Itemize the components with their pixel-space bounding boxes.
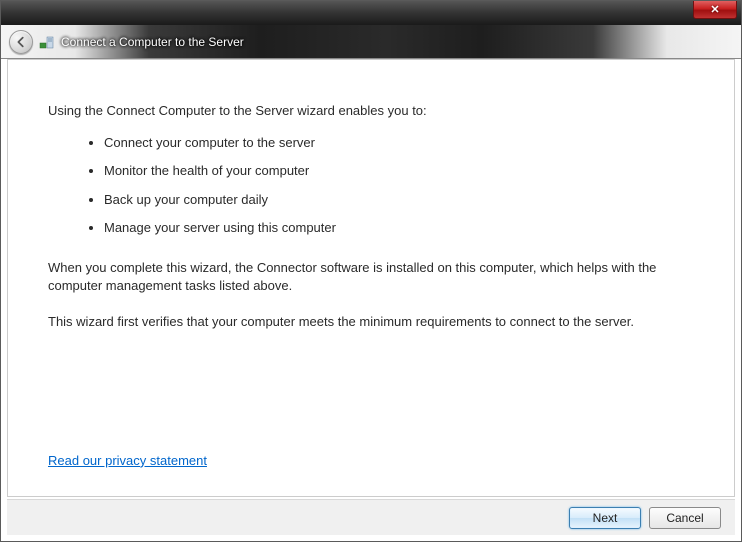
close-button[interactable]: ✕ bbox=[693, 1, 737, 19]
server-icon bbox=[39, 34, 55, 50]
feature-list: Connect your computer to the server Moni… bbox=[48, 134, 694, 237]
content-area: Using the Connect Computer to the Server… bbox=[7, 59, 735, 497]
back-button[interactable] bbox=[9, 30, 33, 54]
list-item: Manage your server using this computer bbox=[104, 219, 694, 237]
wizard-title: Connect a Computer to the Server bbox=[61, 35, 244, 49]
header-bar: Connect a Computer to the Server bbox=[1, 25, 741, 59]
close-icon: ✕ bbox=[710, 3, 719, 16]
footer-bar: Next Cancel bbox=[7, 499, 735, 535]
cancel-button[interactable]: Cancel bbox=[649, 507, 721, 529]
paragraph-2: This wizard first verifies that your com… bbox=[48, 313, 694, 331]
next-button[interactable]: Next bbox=[569, 507, 641, 529]
paragraph-1: When you complete this wizard, the Conne… bbox=[48, 259, 694, 295]
list-item: Back up your computer daily bbox=[104, 191, 694, 209]
privacy-link[interactable]: Read our privacy statement bbox=[48, 452, 207, 470]
list-item: Connect your computer to the server bbox=[104, 134, 694, 152]
titlebar: ✕ bbox=[1, 1, 741, 25]
back-arrow-icon bbox=[14, 35, 28, 49]
intro-text: Using the Connect Computer to the Server… bbox=[48, 102, 694, 120]
wizard-window: ✕ Connect a Computer to the Server Using… bbox=[0, 0, 742, 542]
list-item: Monitor the health of your computer bbox=[104, 162, 694, 180]
